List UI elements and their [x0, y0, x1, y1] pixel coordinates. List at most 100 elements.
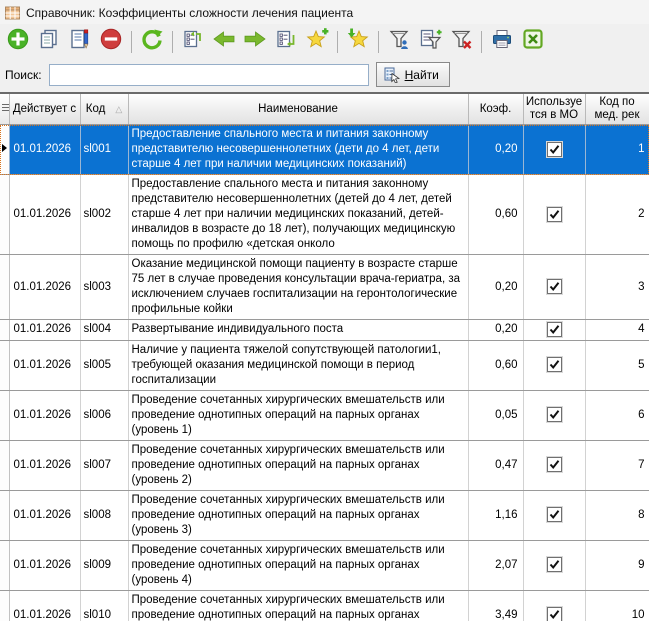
- cell-date[interactable]: 01.01.2026: [9, 175, 80, 255]
- cell-code[interactable]: sl009: [80, 540, 128, 590]
- cell-used[interactable]: [523, 175, 585, 255]
- cell-name[interactable]: Проведение сочетанных хирургических вмеш…: [128, 540, 468, 590]
- cell-name[interactable]: Проведение сочетанных хирургических вмеш…: [128, 390, 468, 440]
- cell-code[interactable]: sl001: [80, 125, 128, 175]
- cell-date[interactable]: 01.01.2026: [9, 440, 80, 490]
- list-back-button[interactable]: [272, 28, 300, 56]
- filter-user-button[interactable]: [385, 28, 413, 56]
- table-row[interactable]: 01.01.2026sl007Проведение сочетанных хир…: [0, 440, 649, 490]
- cell-med-code[interactable]: 6: [585, 390, 649, 440]
- cell-med-code[interactable]: 10: [585, 590, 649, 621]
- cell-date[interactable]: 01.01.2026: [9, 490, 80, 540]
- cell-used[interactable]: [523, 590, 585, 621]
- row-gutter[interactable]: [0, 320, 9, 341]
- cell-coef[interactable]: 0,20: [468, 320, 523, 341]
- cell-coef[interactable]: 0,47: [468, 440, 523, 490]
- cell-used[interactable]: [523, 390, 585, 440]
- cell-date[interactable]: 01.01.2026: [9, 320, 80, 341]
- cell-coef[interactable]: 0,20: [468, 125, 523, 175]
- delete-button[interactable]: [97, 28, 125, 56]
- cell-date[interactable]: 01.01.2026: [9, 340, 80, 390]
- row-gutter[interactable]: [0, 390, 9, 440]
- cell-name[interactable]: Развертывание индивидуального поста: [128, 320, 468, 341]
- row-gutter[interactable]: [0, 440, 9, 490]
- cell-code[interactable]: sl004: [80, 320, 128, 341]
- used-checkbox[interactable]: [547, 279, 562, 294]
- used-checkbox[interactable]: [547, 457, 562, 472]
- used-checkbox[interactable]: [547, 357, 562, 372]
- cell-med-code[interactable]: 3: [585, 255, 649, 320]
- table-row[interactable]: 01.01.2026sl009Проведение сочетанных хир…: [0, 540, 649, 590]
- copy-button[interactable]: [35, 28, 63, 56]
- cell-name[interactable]: Наличие у пациента тяжелой сопутствующей…: [128, 340, 468, 390]
- filter-clear-button[interactable]: [447, 28, 475, 56]
- table-row[interactable]: 01.01.2026sl010Проведение сочетанных хир…: [0, 590, 649, 621]
- table-row[interactable]: 01.01.2026sl002Предоставление спального …: [0, 175, 649, 255]
- arrow-right-button[interactable]: [241, 28, 269, 56]
- used-checkbox[interactable]: [547, 407, 562, 422]
- cell-used[interactable]: [523, 540, 585, 590]
- used-checkbox[interactable]: [547, 507, 562, 522]
- used-checkbox[interactable]: [547, 142, 562, 157]
- row-gutter[interactable]: [0, 540, 9, 590]
- table-row[interactable]: 01.01.2026sl004Развертывание индивидуаль…: [0, 320, 649, 341]
- table-row[interactable]: 01.01.2026sl006Проведение сочетанных хир…: [0, 390, 649, 440]
- cell-med-code[interactable]: 7: [585, 440, 649, 490]
- excel-button[interactable]: [519, 28, 547, 56]
- row-gutter[interactable]: [0, 340, 9, 390]
- used-checkbox[interactable]: [547, 207, 562, 222]
- cell-coef[interactable]: 0,05: [468, 390, 523, 440]
- find-button[interactable]: Найти: [376, 62, 450, 87]
- cell-code[interactable]: sl005: [80, 340, 128, 390]
- cell-code[interactable]: sl010: [80, 590, 128, 621]
- row-gutter[interactable]: [0, 490, 9, 540]
- cell-coef[interactable]: 1,16: [468, 490, 523, 540]
- cell-med-code[interactable]: 4: [585, 320, 649, 341]
- table-row[interactable]: 01.01.2026sl001Предоставление спального …: [0, 125, 649, 175]
- star-download-button[interactable]: [344, 28, 372, 56]
- cell-date[interactable]: 01.01.2026: [9, 390, 80, 440]
- refresh-button[interactable]: [138, 28, 166, 56]
- cell-med-code[interactable]: 5: [585, 340, 649, 390]
- gutter-header[interactable]: [0, 94, 9, 125]
- cell-used[interactable]: [523, 320, 585, 341]
- row-gutter[interactable]: [0, 590, 9, 621]
- cell-code[interactable]: sl002: [80, 175, 128, 255]
- cell-coef[interactable]: 0,60: [468, 175, 523, 255]
- used-checkbox[interactable]: [547, 607, 562, 621]
- cell-name[interactable]: Предоставление спального места и питания…: [128, 175, 468, 255]
- cell-med-code[interactable]: 2: [585, 175, 649, 255]
- cell-name[interactable]: Проведение сочетанных хирургических вмеш…: [128, 590, 468, 621]
- cell-date[interactable]: 01.01.2026: [9, 125, 80, 175]
- cell-coef[interactable]: 3,49: [468, 590, 523, 621]
- column-header-coef[interactable]: Коэф.: [468, 94, 523, 125]
- cell-used[interactable]: [523, 125, 585, 175]
- cell-name[interactable]: Предоставление спального места и питания…: [128, 125, 468, 175]
- table-row[interactable]: 01.01.2026sl005Наличие у пациента тяжело…: [0, 340, 649, 390]
- cell-name[interactable]: Проведение сочетанных хирургических вмеш…: [128, 440, 468, 490]
- cell-used[interactable]: [523, 490, 585, 540]
- add-button[interactable]: [4, 28, 32, 56]
- filter-edit-button[interactable]: [416, 28, 444, 56]
- column-header-med[interactable]: Код по мед. рек: [585, 94, 649, 125]
- cell-date[interactable]: 01.01.2026: [9, 590, 80, 621]
- cell-code[interactable]: sl006: [80, 390, 128, 440]
- row-gutter[interactable]: [0, 255, 9, 320]
- column-header-date[interactable]: Действует с: [9, 94, 80, 125]
- cell-name[interactable]: Проведение сочетанных хирургических вмеш…: [128, 490, 468, 540]
- search-input[interactable]: [49, 64, 369, 86]
- print-button[interactable]: [488, 28, 516, 56]
- arrow-left-button[interactable]: [210, 28, 238, 56]
- cell-name[interactable]: Оказание медицинской помощи пациенту в в…: [128, 255, 468, 320]
- column-header-used[interactable]: Используется в МО: [523, 94, 585, 125]
- list-forward-button[interactable]: [179, 28, 207, 56]
- cell-date[interactable]: 01.01.2026: [9, 540, 80, 590]
- row-gutter[interactable]: [0, 175, 9, 255]
- edit-button[interactable]: [66, 28, 94, 56]
- cell-used[interactable]: [523, 255, 585, 320]
- cell-code[interactable]: sl008: [80, 490, 128, 540]
- column-header-code[interactable]: Код△: [80, 94, 128, 125]
- cell-date[interactable]: 01.01.2026: [9, 255, 80, 320]
- cell-used[interactable]: [523, 340, 585, 390]
- cell-med-code[interactable]: 1: [585, 125, 649, 175]
